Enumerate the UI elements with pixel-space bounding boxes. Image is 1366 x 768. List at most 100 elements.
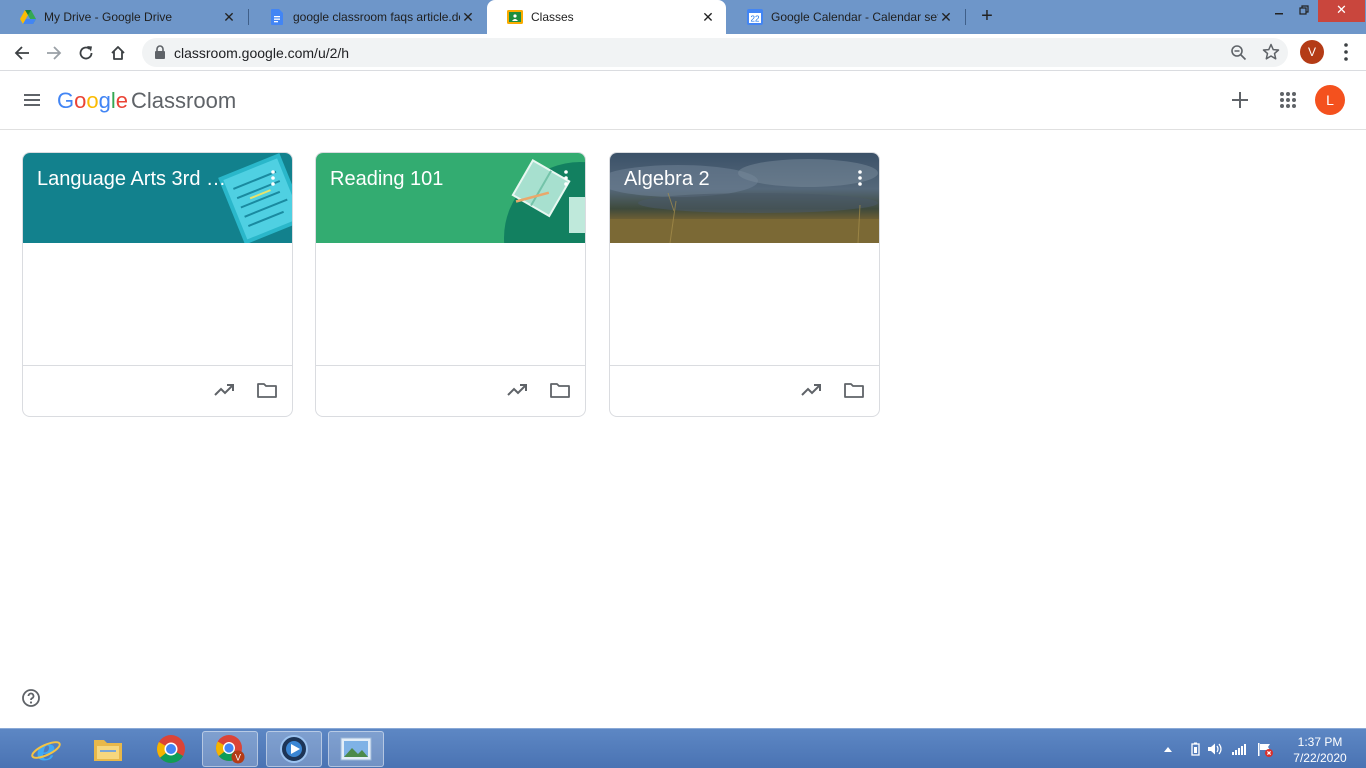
back-arrow-icon <box>14 46 29 60</box>
google-calendar-icon: 22 <box>747 9 763 25</box>
battery-icon[interactable] <box>1191 742 1200 756</box>
more-vert-icon <box>1344 43 1348 61</box>
browser-tab-strip: My Drive - Google Drive ✕ google classro… <box>0 0 1366 34</box>
google-apps-button[interactable] <box>1276 88 1300 112</box>
help-button[interactable] <box>21 688 41 708</box>
folder-icon[interactable] <box>550 381 570 404</box>
profile-initial: V <box>235 753 241 763</box>
reload-icon <box>79 46 93 60</box>
trending-up-icon[interactable] <box>800 380 822 405</box>
class-banner[interactable]: Reading 101 <box>316 153 585 243</box>
close-icon[interactable]: ✕ <box>460 9 476 25</box>
google-drive-icon <box>20 9 36 25</box>
class-card-footer <box>610 366 879 416</box>
main-menu-button[interactable] <box>22 89 44 111</box>
media-player-button[interactable] <box>266 731 322 767</box>
lock-icon[interactable] <box>154 45 166 64</box>
help-circle-icon <box>22 689 40 707</box>
class-card-footer <box>23 366 292 416</box>
windows-taskbar: e V 1:37 PM 7/22/2020 <box>0 728 1366 768</box>
google-classroom-logo[interactable]: Google Classroom <box>57 88 236 114</box>
reload-button[interactable] <box>73 40 99 66</box>
hamburger-menu-icon <box>24 94 40 106</box>
home-button[interactable] <box>105 40 131 66</box>
more-vert-icon <box>858 170 862 186</box>
network-signal-icon[interactable] <box>1232 744 1246 755</box>
class-card[interactable]: Algebra 2 <box>609 152 880 417</box>
forward-button[interactable] <box>41 40 67 66</box>
google-classroom-icon <box>507 9 523 25</box>
new-tab-button[interactable]: + <box>976 5 998 27</box>
calendar-day-number: 22 <box>751 15 760 24</box>
class-card-body <box>23 243 292 366</box>
forward-arrow-icon <box>47 46 62 60</box>
system-tray <box>1160 741 1280 757</box>
tab-classes[interactable]: Classes ✕ <box>487 0 726 34</box>
zoom-icon[interactable] <box>1230 44 1247 66</box>
show-hidden-icons-icon[interactable] <box>1164 747 1172 752</box>
create-or-join-class-button[interactable] <box>1228 88 1252 112</box>
window-close-button[interactable]: ✕ <box>1318 0 1365 22</box>
google-docs-icon <box>269 9 285 25</box>
apps-grid-icon <box>1280 92 1296 108</box>
tab-title: google classroom faqs article.docx <box>293 10 460 24</box>
restore-button[interactable] <box>1289 0 1319 22</box>
class-name[interactable]: Reading 101 <box>330 168 443 191</box>
tab-title: Classes <box>531 10 574 24</box>
trending-up-icon[interactable] <box>213 380 235 405</box>
taskbar-clock[interactable]: 1:37 PM 7/22/2020 <box>1285 734 1355 766</box>
close-icon[interactable]: ✕ <box>938 9 954 25</box>
tab-divider <box>965 9 966 25</box>
more-vert-icon <box>271 170 275 186</box>
folder-icon[interactable] <box>844 381 864 404</box>
internet-explorer-icon: e <box>31 733 61 765</box>
class-banner[interactable]: Language Arts 3rd Block <box>23 153 292 243</box>
volume-icon[interactable] <box>1208 743 1222 755</box>
classroom-header: Google Classroom L <box>0 71 1366 130</box>
media-player-icon <box>280 735 308 763</box>
clock-time: 1:37 PM <box>1297 735 1343 749</box>
class-card[interactable]: Language Arts 3rd Block <box>22 152 293 417</box>
close-icon[interactable]: ✕ <box>221 9 237 25</box>
url-text: classroom.google.com/u/2/h <box>174 45 350 61</box>
more-vert-icon <box>564 170 568 186</box>
tab-google-drive[interactable]: My Drive - Google Drive ✕ <box>0 0 247 34</box>
class-name[interactable]: Language Arts 3rd Block <box>37 168 237 191</box>
file-explorer-button[interactable] <box>80 731 136 767</box>
class-card[interactable]: Reading 101 <box>315 152 586 417</box>
file-explorer-icon <box>94 740 122 761</box>
chrome-taskbar-button[interactable] <box>143 731 199 767</box>
product-name: Classroom <box>131 88 237 113</box>
photo-viewer-button[interactable] <box>328 731 384 767</box>
internet-explorer-button[interactable]: e <box>18 731 74 767</box>
notebook-illustration <box>218 153 292 243</box>
tab-google-calendar[interactable]: 22 Google Calendar - Calendar settings ✕ <box>727 0 964 34</box>
chrome-profile-taskbar-button[interactable]: V <box>202 731 258 767</box>
account-avatar[interactable]: L <box>1315 85 1345 115</box>
tab-title: My Drive - Google Drive <box>44 10 173 24</box>
browser-profile-avatar[interactable]: V <box>1300 40 1324 64</box>
close-icon[interactable]: ✕ <box>700 9 716 25</box>
folder-icon[interactable] <box>257 381 277 404</box>
home-icon <box>111 46 125 60</box>
class-name[interactable]: Algebra 2 <box>624 168 710 191</box>
class-card-body <box>316 243 585 366</box>
class-options-button[interactable] <box>268 169 278 189</box>
chrome-menu-button[interactable] <box>1336 40 1356 64</box>
clock-date: 7/22/2020 <box>1293 751 1347 765</box>
address-bar[interactable]: classroom.google.com/u/2/h <box>142 38 1288 67</box>
back-button[interactable] <box>9 40 35 66</box>
class-card-body <box>610 243 879 366</box>
chrome-profile-icon: V <box>215 735 245 764</box>
class-banner[interactable]: Algebra 2 <box>610 153 879 243</box>
action-center-flag-icon[interactable] <box>1258 743 1273 757</box>
plus-icon <box>1232 92 1248 108</box>
browser-toolbar: classroom.google.com/u/2/h V <box>0 34 1366 71</box>
class-options-button[interactable] <box>855 169 865 189</box>
photo-viewer-icon <box>340 737 372 761</box>
tab-google-docs[interactable]: google classroom faqs article.docx ✕ <box>249 0 486 34</box>
bookmark-star-icon[interactable] <box>1262 43 1280 66</box>
trending-up-icon[interactable] <box>506 380 528 405</box>
class-card-footer <box>316 366 585 416</box>
class-options-button[interactable] <box>561 169 571 189</box>
